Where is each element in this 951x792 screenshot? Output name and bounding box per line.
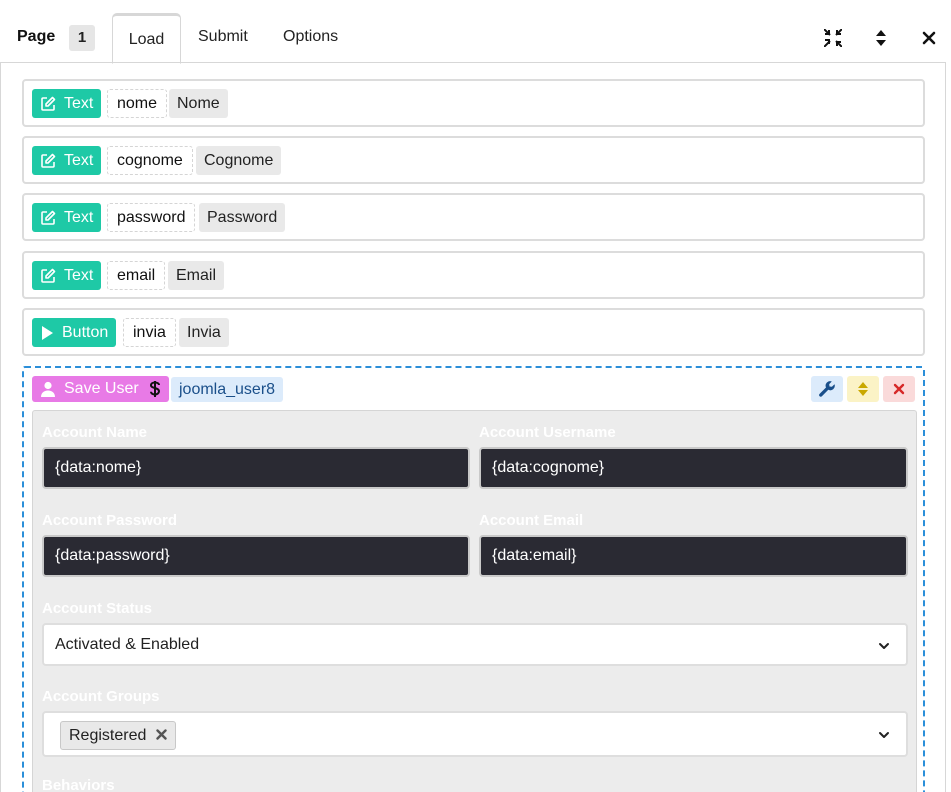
group-tag-label: Registered <box>69 726 147 744</box>
chevron-down-icon <box>878 639 890 657</box>
field-row-email[interactable]: Text email Email <box>22 251 925 299</box>
field-name-chip: password <box>107 203 196 232</box>
close-icon[interactable] <box>919 28 939 48</box>
field-row-invia[interactable]: Button invia Invia <box>22 308 925 356</box>
account-email-label: Account Email <box>479 512 584 529</box>
account-password-label: Account Password <box>42 512 178 529</box>
account-username-input[interactable]: {data:cognome} <box>479 447 908 489</box>
tab-options[interactable]: Options <box>283 28 338 46</box>
tab-load[interactable]: Load <box>112 13 181 64</box>
tab-load-label: Load <box>128 31 165 48</box>
play-icon <box>42 325 53 340</box>
field-row-password[interactable]: Text password Password <box>22 193 925 241</box>
field-type-label: Text <box>64 151 94 169</box>
action-settings: Account Name {data:nome} Account Usernam… <box>32 410 917 792</box>
field-type-label: Text <box>64 208 94 226</box>
field-type-label: Text <box>64 266 94 284</box>
chevron-down-icon <box>878 728 890 746</box>
account-groups-select[interactable]: Registered <box>42 711 908 757</box>
field-name-chip: email <box>107 261 166 290</box>
field-name-chip: nome <box>107 89 168 118</box>
remove-tag-icon[interactable] <box>156 727 168 745</box>
account-name-input[interactable]: {data:nome} <box>42 447 470 489</box>
sort-icon[interactable] <box>847 376 879 402</box>
field-type-badge[interactable]: Text <box>32 89 102 118</box>
group-tag: Registered <box>60 721 177 750</box>
edit-icon <box>41 96 56 111</box>
account-status-label: Account Status <box>42 600 153 617</box>
edit-icon <box>41 210 56 225</box>
wrench-icon[interactable] <box>811 376 843 402</box>
action-code-chip: joomla_user8 <box>171 377 284 402</box>
field-type-badge[interactable]: Text <box>32 261 102 290</box>
field-label-chip: Invia <box>179 318 229 347</box>
field-row-nome[interactable]: Text nome Nome <box>22 79 925 127</box>
save-user-badge[interactable]: Save User <box>32 376 169 402</box>
edit-icon <box>41 268 56 283</box>
field-type-label: Button <box>62 323 109 341</box>
tab-submit[interactable]: Submit <box>198 28 248 46</box>
field-label-chip: Password <box>199 203 286 232</box>
close-icon[interactable] <box>883 376 915 402</box>
field-label-chip: Cognome <box>196 146 282 175</box>
account-username-label: Account Username <box>479 424 616 441</box>
sort-icon[interactable] <box>871 28 891 48</box>
account-status-select[interactable]: Activated & Enabled <box>42 623 908 666</box>
field-type-badge[interactable]: Button <box>32 318 117 347</box>
save-user-label: Save User <box>64 380 139 397</box>
edit-icon <box>41 153 56 168</box>
save-user-action[interactable]: Save User joomla_user8 Account Name {dat… <box>22 366 925 792</box>
behaviors-label: Behaviors <box>42 777 115 792</box>
field-label-chip: Email <box>168 261 225 290</box>
field-type-badge[interactable]: Text <box>32 146 102 175</box>
field-row-cognome[interactable]: Text cognome Cognome <box>22 136 925 184</box>
dollar-icon[interactable] <box>149 380 161 398</box>
page-label: Page <box>17 28 56 45</box>
field-label-chip: Nome <box>169 89 228 118</box>
account-password-input[interactable]: {data:password} <box>42 535 470 577</box>
top-bar: Page 1 Load Submit Options <box>0 0 951 64</box>
page-number-badge[interactable]: 1 <box>69 25 95 51</box>
field-type-label: Text <box>64 94 94 112</box>
field-name-chip: invia <box>123 318 176 347</box>
field-type-badge[interactable]: Text <box>32 203 102 232</box>
user-icon <box>41 381 55 397</box>
field-name-chip: cognome <box>107 146 193 175</box>
compress-icon[interactable] <box>823 28 843 48</box>
account-name-label: Account Name <box>42 424 148 441</box>
account-email-input[interactable]: {data:email} <box>479 535 908 577</box>
account-status-value: Activated & Enabled <box>55 636 200 653</box>
account-groups-label: Account Groups <box>42 688 160 705</box>
